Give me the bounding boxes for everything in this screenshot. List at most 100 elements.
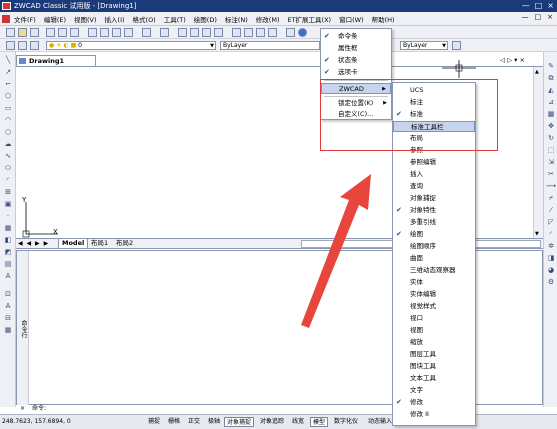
submenu-item[interactable]: 实体 [393, 277, 475, 288]
polar-toggle[interactable]: 极轴 [206, 417, 222, 427]
submenu-item[interactable]: 多重引线 [393, 217, 475, 228]
submenu-item[interactable]: 文字 [393, 385, 475, 396]
document-tab[interactable]: Drawing1 [16, 55, 96, 66]
menu-dimension[interactable]: 标注(N) [225, 14, 248, 24]
ortho-toggle[interactable]: 正交 [186, 417, 202, 427]
revision-cloud-icon[interactable]: ☁ [3, 140, 13, 149]
menu-insert[interactable]: 插入(I) [105, 14, 125, 24]
submenu-item[interactable]: 视图 [393, 325, 475, 336]
tablet-toggle[interactable]: 数字化仪 [332, 417, 360, 427]
menu-draw[interactable]: 绘图(D) [194, 14, 217, 24]
tool-palette-icon[interactable] [256, 28, 265, 37]
redo-icon[interactable] [160, 28, 169, 37]
lock-icon[interactable] [286, 28, 295, 37]
mdi-minimize-button[interactable]: — [522, 13, 529, 21]
print-preview-icon[interactable] [58, 28, 67, 37]
fillet-icon[interactable]: ◜ [546, 230, 556, 239]
submenu-item[interactable]: 视口 [393, 313, 475, 324]
submenu-item[interactable]: 绘图顺序 [393, 241, 475, 252]
break-icon[interactable]: ⌿ [546, 194, 556, 203]
scroll-up-icon[interactable]: ▲ [535, 69, 539, 75]
print-icon[interactable] [46, 28, 55, 37]
extend-icon[interactable]: ⟶ [546, 182, 556, 191]
vertical-scrollbar[interactable]: ▲ ▼ [533, 67, 543, 239]
menu-item-command-bar[interactable]: ✔ 命令条 [321, 31, 391, 42]
lineweight-select[interactable]: ByLayer ▼ [400, 41, 448, 50]
model-toggle[interactable]: 模型 [310, 417, 329, 427]
layer-state-icon[interactable] [18, 41, 27, 50]
polyline-icon[interactable]: ⌐ [3, 80, 13, 89]
osnap-toggle[interactable]: 对象捕捉 [224, 417, 255, 427]
rectangle-icon[interactable]: ▭ [3, 104, 13, 113]
chamfer-icon[interactable]: ◸ [546, 218, 556, 227]
array-icon[interactable]: ▦ [546, 110, 556, 119]
design-center-icon[interactable] [244, 28, 253, 37]
layer-previous-icon[interactable] [30, 41, 39, 50]
submenu-item[interactable]: 对象捕捉 [393, 193, 475, 204]
circle-icon[interactable]: ○ [3, 128, 13, 137]
ellipse-arc-icon[interactable]: ◜ [3, 176, 13, 185]
document-tab-controls[interactable]: ◁ ▷ ▾ × [500, 56, 525, 64]
menu-view[interactable]: 视图(V) [74, 14, 97, 24]
menu-file[interactable]: 文件(F) [14, 14, 36, 24]
lineweight-toggle[interactable]: 线宽 [290, 417, 306, 427]
point-icon[interactable]: · [3, 212, 13, 221]
publish-icon[interactable] [70, 28, 79, 37]
new-icon[interactable] [6, 28, 15, 37]
tab-layout1[interactable]: 布局1 [88, 239, 111, 249]
grid-icon[interactable]: ▦ [3, 326, 13, 335]
menu-modify[interactable]: 修改(M) [256, 14, 280, 24]
move-icon[interactable]: ✥ [546, 122, 556, 131]
help-icon[interactable] [298, 28, 307, 37]
submenu-item[interactable]: 图层工具 [393, 349, 475, 360]
submenu-item[interactable]: ✔ 修改 [393, 397, 475, 408]
insert-block-icon[interactable]: ⊞ [3, 188, 13, 197]
menu-window[interactable]: 窗口(W) [339, 14, 364, 24]
stretch-icon[interactable]: ⇲ [546, 158, 556, 167]
submenu-item[interactable]: 插入 [393, 169, 475, 180]
gradient-icon[interactable]: ◧ [3, 236, 13, 245]
plot-style-icon[interactable] [452, 41, 461, 50]
cut-icon[interactable] [88, 28, 97, 37]
paste-icon[interactable] [112, 28, 121, 37]
copy-icon[interactable] [100, 28, 109, 37]
layer-icon[interactable]: ⊡ [3, 290, 13, 299]
ellipse-icon[interactable]: ⬭ [3, 164, 13, 173]
submenu-item[interactable]: 曲面 [393, 253, 475, 264]
maximize-button[interactable]: □ [535, 1, 543, 10]
mdi-restore-button[interactable]: □ [535, 13, 542, 21]
undo-icon[interactable] [142, 28, 151, 37]
make-block-icon[interactable]: ▣ [3, 200, 13, 209]
zoom-realtime-icon[interactable] [190, 28, 199, 37]
menu-et-tools[interactable]: ET扩展工具(X) [287, 14, 331, 24]
offset-icon[interactable]: ⊿ [546, 98, 556, 107]
submenu-item[interactable]: 文本工具 [393, 373, 475, 384]
tab-model[interactable]: Model [58, 239, 89, 249]
hatch-icon[interactable]: ▦ [3, 224, 13, 233]
rotate-icon[interactable]: ↻ [546, 134, 556, 143]
submenu-item[interactable]: ✔ 绘图 [393, 229, 475, 240]
submenu-item[interactable]: 缩放 [393, 337, 475, 348]
zoom-window-icon[interactable] [202, 28, 211, 37]
linetype-select[interactable]: ByLayer [220, 41, 320, 50]
dynamic-input-toggle[interactable]: 动态输入 [366, 417, 394, 427]
draw-order-icon[interactable]: ◨ [546, 254, 556, 263]
layer-manager-icon[interactable] [6, 41, 15, 50]
menu-help[interactable]: 帮助(H) [372, 14, 395, 24]
dimension-icon[interactable]: ⊟ [3, 314, 13, 323]
layout-nav-buttons[interactable]: ◀ ◀ ▶ ▶ [18, 240, 49, 247]
color-icon[interactable]: ◕ [546, 266, 556, 275]
erase-icon[interactable]: ✎ [546, 62, 556, 71]
menu-edit[interactable]: 编辑(E) [44, 14, 66, 24]
menu-item-properties-box[interactable]: 属性框 [321, 43, 391, 54]
submenu-item[interactable]: 视觉样式 [393, 301, 475, 312]
construction-line-icon[interactable]: ↗ [3, 68, 13, 77]
mtext-icon[interactable]: A [3, 272, 13, 281]
gear-icon[interactable]: ⚙ [546, 278, 556, 287]
snap-toggle[interactable]: 捕捉 [146, 417, 162, 427]
scroll-down-icon[interactable]: ▼ [535, 231, 539, 237]
copy-object-icon[interactable]: ⧉ [546, 74, 556, 83]
scale-icon[interactable]: ⬚ [546, 146, 556, 155]
region-icon[interactable]: ◩ [3, 248, 13, 257]
join-icon[interactable]: ⁄ [546, 206, 556, 215]
